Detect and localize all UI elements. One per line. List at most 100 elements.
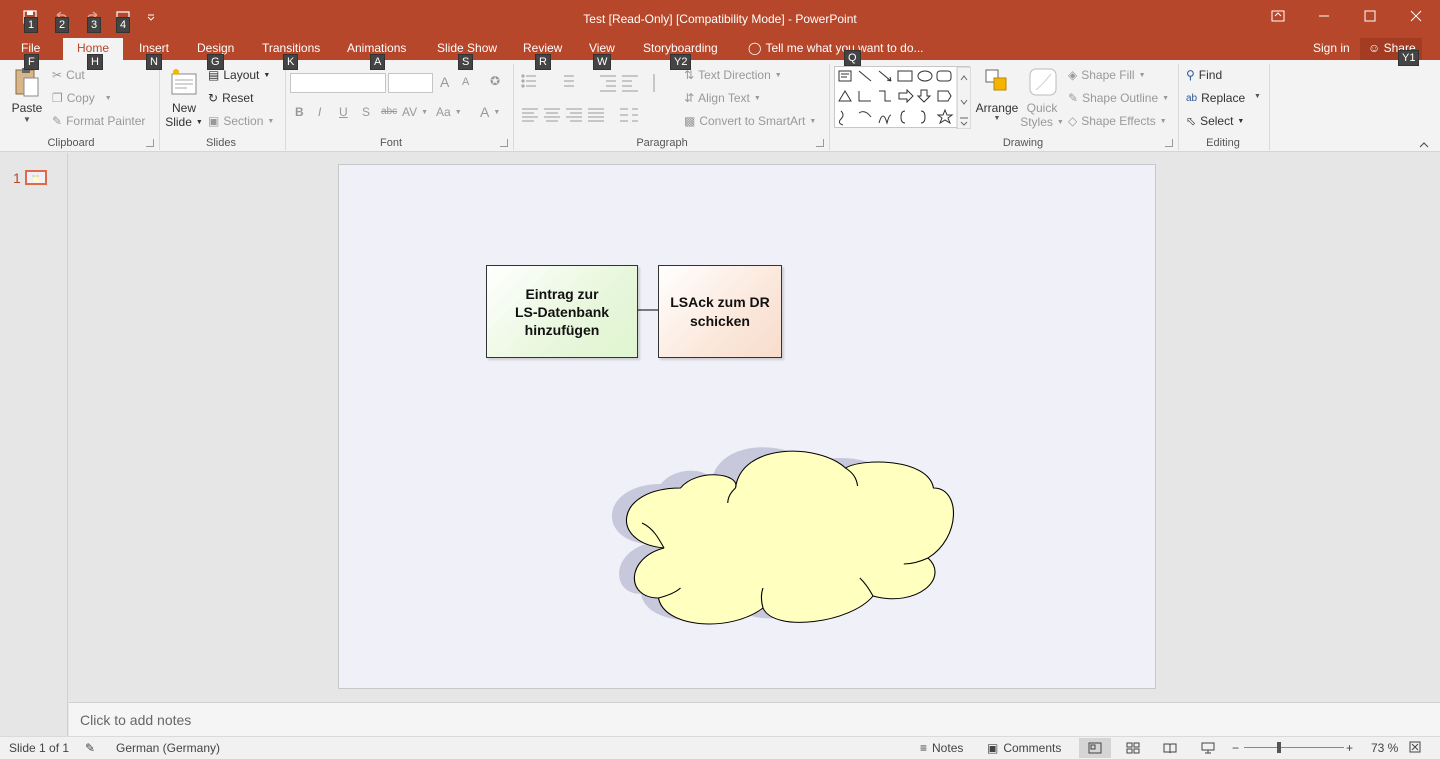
copy-icon: ❐: [52, 91, 63, 105]
tell-me-search[interactable]: ◯ Tell me what you want to do...: [748, 41, 924, 55]
quick-styles-label-2-text: Styles: [1020, 115, 1053, 129]
spelling-status-button[interactable]: ✎: [85, 741, 95, 755]
plus-icon: +: [1346, 741, 1354, 755]
keytip-undo: 2: [55, 17, 70, 33]
change-case-button[interactable]: Aa ▼: [436, 105, 462, 119]
notes-toggle-button[interactable]: ≡ Notes: [920, 741, 963, 755]
new-slide-label-2-text: Slide: [165, 115, 192, 129]
layout-icon: ▤: [208, 68, 220, 82]
layout-button[interactable]: ▤ Layout ▼: [208, 68, 270, 82]
reset-icon: ↻: [208, 91, 219, 105]
tab-review[interactable]: Review: [523, 41, 562, 55]
bold-button[interactable]: B: [295, 105, 304, 119]
select-button[interactable]: ⬁ Select ▼: [1186, 114, 1244, 128]
ribbon-display-options-button[interactable]: [1255, 0, 1301, 32]
character-spacing-button[interactable]: AV ▼: [402, 105, 428, 119]
zoom-level[interactable]: 73 %: [1371, 741, 1398, 755]
keytip-tell-me: Q: [844, 50, 861, 66]
slideshow-view-button[interactable]: [1192, 738, 1224, 758]
paragraph-launcher-icon[interactable]: [816, 139, 824, 147]
smartart-icon: ▩: [684, 114, 696, 128]
font-color-button[interactable]: A ▼: [480, 104, 500, 120]
text-direction-button[interactable]: ⇅ Text Direction ▼: [684, 68, 782, 82]
shape-effects-button[interactable]: ◇ Shape Effects ▼: [1068, 114, 1167, 128]
comments-toggle-button[interactable]: ▣ Comments: [987, 741, 1061, 755]
shapes-gallery[interactable]: [834, 66, 971, 129]
reading-view-button[interactable]: [1154, 738, 1186, 758]
text-shadow-button[interactable]: S: [362, 105, 370, 119]
chevron-down-icon: ▼: [493, 108, 501, 116]
slides-group-label: Slides: [206, 137, 236, 149]
arrange-button[interactable]: Arrange ▼: [974, 66, 1020, 136]
replace-button[interactable]: ab Replace: [1186, 91, 1245, 105]
normal-view-button[interactable]: [1079, 738, 1111, 758]
underline-button[interactable]: U: [339, 105, 348, 119]
chevron-down-icon: ▼: [195, 118, 203, 126]
maximize-button[interactable]: [1347, 0, 1393, 32]
font-size-combo[interactable]: [388, 73, 433, 93]
reset-button[interactable]: ↻ Reset: [208, 91, 253, 105]
process-box-send-lsack[interactable]: LSAck zum DR schicken: [658, 265, 782, 358]
align-text-label: Align Text: [698, 91, 750, 105]
shape-outline-button[interactable]: ✎ Shape Outline ▼: [1068, 91, 1169, 105]
chevron-down-icon: ▼: [993, 115, 1001, 122]
clipboard-launcher-icon[interactable]: [146, 139, 154, 147]
box2-line-1: LSAck zum DR: [670, 293, 770, 310]
divider: [1178, 64, 1179, 150]
new-slide-label-1: New: [171, 101, 196, 115]
new-slide-button[interactable]: New Slide ▼: [165, 66, 203, 136]
minimize-button[interactable]: [1301, 0, 1347, 32]
tab-slide-show[interactable]: Slide Show: [437, 41, 497, 55]
fit-to-window-button[interactable]: [1409, 741, 1421, 753]
font-family-combo[interactable]: [290, 73, 386, 93]
drawing-launcher-icon[interactable]: [1165, 139, 1173, 147]
tab-storyboarding[interactable]: Storyboarding: [643, 41, 718, 55]
tab-animations[interactable]: Animations: [347, 41, 406, 55]
tab-transitions[interactable]: Transitions: [262, 41, 320, 55]
paste-button[interactable]: Paste ▼: [10, 66, 44, 132]
notes-pane[interactable]: Click to add notes: [69, 702, 1440, 736]
zoom-out-button[interactable]: −: [1232, 741, 1239, 755]
notes-toggle-label: Notes: [932, 741, 964, 755]
strikethrough-button[interactable]: abc: [381, 106, 397, 117]
slide-sorter-view-button[interactable]: [1117, 738, 1149, 758]
clear-formatting-button[interactable]: ✪: [490, 74, 500, 88]
close-button[interactable]: [1393, 0, 1439, 32]
tab-insert[interactable]: Insert: [139, 41, 169, 55]
replace-dropdown-icon[interactable]: ▼: [1254, 93, 1261, 100]
divider: [159, 64, 160, 150]
find-button[interactable]: ⚲ Find: [1186, 68, 1222, 82]
divider: [1269, 64, 1270, 150]
grid-icon: [1126, 742, 1140, 754]
tab-file[interactable]: File: [21, 41, 40, 55]
sign-in-link[interactable]: Sign in: [1313, 41, 1350, 55]
zoom-slider-thumb[interactable]: [1277, 742, 1281, 753]
tab-design[interactable]: Design: [197, 41, 234, 55]
ribbon-home: Paste ▼ ✂ Cut ❐ Copy ▼ ✎ Format Painter Clip…: [0, 60, 1440, 152]
cloud-shape[interactable]: [600, 438, 980, 628]
shape-fill-button[interactable]: ◈ Shape Fill ▼: [1068, 68, 1146, 82]
language-status[interactable]: German (Germany): [116, 741, 220, 755]
zoom-slider-track[interactable]: [1244, 747, 1344, 748]
section-button[interactable]: ▣ Section ▼: [208, 114, 274, 128]
process-box-database-entry[interactable]: Eintrag zur LS-Datenbank hinzufügen: [486, 265, 638, 358]
align-text-button[interactable]: ⇵ Align Text ▼: [684, 91, 761, 105]
font-launcher-icon[interactable]: [500, 139, 508, 147]
format-painter-button[interactable]: ✎ Format Painter: [52, 114, 145, 128]
cut-button[interactable]: ✂ Cut: [52, 68, 85, 82]
divider: [285, 64, 286, 150]
copy-button[interactable]: ❐ Copy ▼: [52, 91, 112, 105]
collapse-ribbon-button[interactable]: [1419, 138, 1429, 152]
shrink-font-button[interactable]: A: [462, 76, 469, 88]
presentation-icon: [1201, 742, 1215, 754]
chevron-down-icon: ▼: [1056, 118, 1064, 126]
minus-icon: −: [1232, 741, 1240, 755]
quick-styles-button[interactable]: Quick Styles ▼: [1020, 66, 1064, 136]
slide-thumbnail[interactable]: [25, 170, 47, 185]
convert-smartart-button[interactable]: ▩ Convert to SmartArt ▼: [684, 114, 816, 128]
tab-view[interactable]: View: [589, 41, 615, 55]
zoom-in-button[interactable]: +: [1346, 741, 1353, 755]
italic-button[interactable]: I: [318, 105, 321, 119]
grow-font-button[interactable]: A: [440, 74, 449, 90]
shape-outline-label: Shape Outline: [1082, 91, 1159, 105]
